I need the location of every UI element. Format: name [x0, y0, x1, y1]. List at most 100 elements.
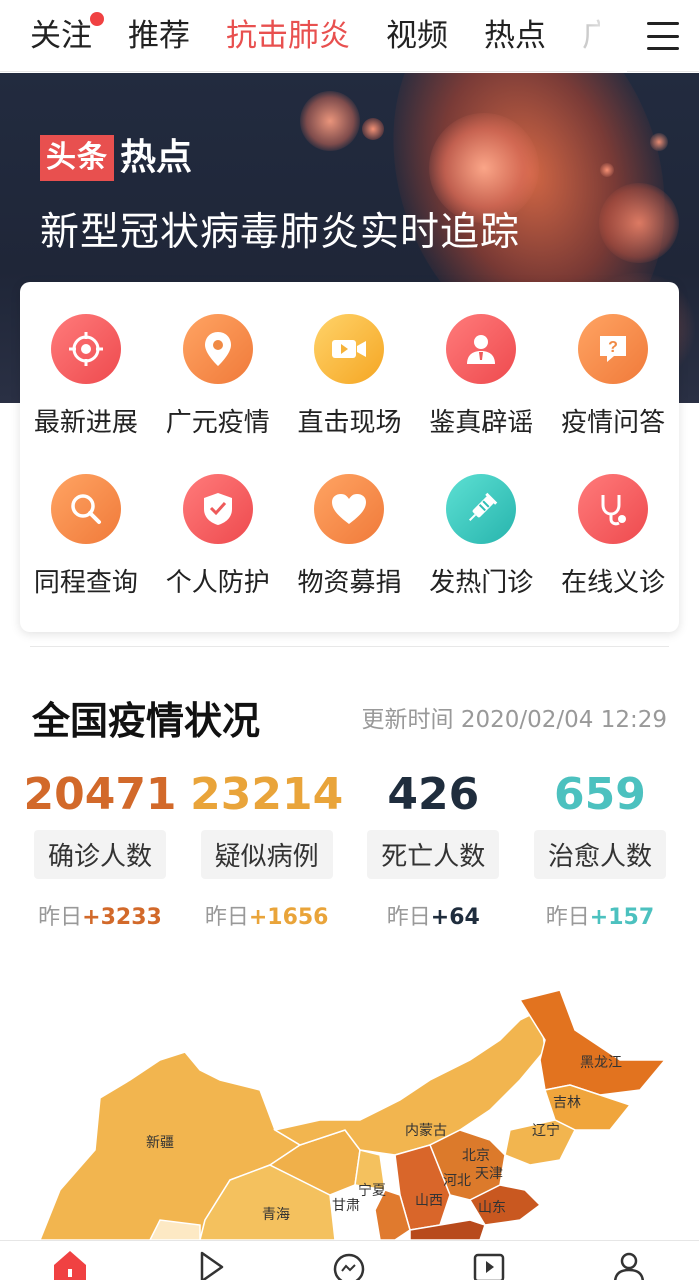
delta-prefix: 昨日 [204, 905, 249, 930]
update-time: 更新时间 2020/02/04 12:29 [361, 707, 667, 733]
stat-value: 20471 [23, 769, 177, 820]
stats-row: 20471 确诊人数 昨日+3233 23214 疑似病例 昨日+1656 42… [23, 768, 670, 931]
virus-illustration [650, 133, 668, 151]
service-supply-donation[interactable]: 物资募捐 [284, 474, 416, 634]
delta-value: +3233 [82, 905, 162, 930]
location-pin-icon [182, 314, 253, 384]
service-label: 直击现场 [297, 408, 402, 438]
service-grid-card: 最新进展 广元疫情 直击现场 鉴真辟谣 ? 疫情问答 同程查询 个人防护 物资募… [20, 282, 679, 632]
service-label: 个人防护 [165, 568, 270, 598]
virus-illustration [599, 183, 679, 263]
section-divider [30, 646, 669, 647]
stat-value: 23214 [190, 769, 344, 820]
map-label-heilongjiang: 黑龙江 [580, 1055, 622, 1071]
tabs-fade [587, 0, 627, 72]
service-epidemic-qa[interactable]: ? 疫情问答 [547, 314, 679, 474]
service-label: 广元疫情 [165, 408, 270, 438]
logo-box: 头条 [40, 135, 114, 181]
service-label: 鉴真辟谣 [429, 408, 534, 438]
stat-delta: 昨日+1656 [205, 899, 329, 931]
play-icon[interactable] [190, 1249, 230, 1280]
stat-value: 426 [387, 769, 480, 820]
service-live-scene[interactable]: 直击现场 [284, 314, 416, 474]
service-latest-progress[interactable]: 最新进展 [20, 314, 152, 474]
stat-deaths: 426 死亡人数 昨日+64 [363, 768, 503, 931]
shield-check-icon [182, 474, 253, 544]
tab-video[interactable]: 视频 [386, 0, 448, 71]
heart-icon [314, 474, 385, 544]
stat-label: 疑似病例 [200, 830, 333, 879]
stat-delta: 昨日+157 [546, 899, 654, 931]
map-label-gansu: 甘肃 [332, 1198, 360, 1214]
map-label-tianjin: 天津 [475, 1166, 503, 1182]
delta-prefix: 昨日 [545, 905, 590, 930]
map-label-shanxi: 山西 [415, 1193, 443, 1209]
service-label: 同程查询 [33, 568, 138, 598]
question-bubble-icon: ? [578, 314, 649, 384]
delta-value: +157 [589, 905, 655, 930]
delta-prefix: 昨日 [38, 905, 83, 930]
stat-label: 死亡人数 [367, 830, 500, 879]
stat-label: 治愈人数 [533, 830, 666, 879]
service-label: 发热门诊 [429, 568, 534, 598]
map-label-xinjiang: 新疆 [146, 1135, 174, 1151]
tab-recommend[interactable]: 推荐 [128, 0, 190, 71]
svg-text:?: ? [608, 339, 618, 356]
top-nav: 关注 推荐 抗击肺炎 视频 热点 广 [0, 0, 699, 72]
tab-hot[interactable]: 热点 [484, 0, 546, 71]
map-label-beijing: 北京 [462, 1148, 490, 1164]
hamburger-icon[interactable] [643, 18, 683, 54]
stat-recovered: 659 治愈人数 昨日+157 [530, 768, 670, 931]
map-label-ningxia: 宁夏 [358, 1183, 386, 1199]
service-label: 在线义诊 [561, 568, 666, 598]
profile-icon[interactable] [609, 1249, 649, 1280]
home-icon[interactable] [50, 1249, 90, 1280]
map-label-shandong: 山东 [478, 1200, 506, 1216]
bottom-tab-bar [0, 1240, 699, 1280]
logo-text: 热点 [120, 137, 193, 178]
stat-delta: 昨日+64 [387, 899, 480, 931]
service-online-consult[interactable]: 在线义诊 [547, 474, 679, 634]
map-label-qinghai: 青海 [262, 1207, 290, 1223]
stat-confirmed: 20471 确诊人数 昨日+3233 [23, 768, 176, 931]
map-label-neimenggu: 内蒙古 [405, 1123, 447, 1139]
stats-title: 全国疫情状况 [32, 699, 261, 743]
map-label-hebei: 河北 [443, 1173, 471, 1189]
china-epidemic-map[interactable]: 新疆 内蒙古 黑龙江 吉林 辽宁 北京 天津 河北 山西 山东 宁夏 甘肃 青海 [0, 980, 699, 1240]
toutiao-hot-logo: 头条 热点 [40, 135, 192, 181]
virus-illustration [600, 163, 614, 177]
delta-value: +1656 [248, 905, 329, 930]
syringe-icon [446, 474, 517, 544]
stat-value: 659 [554, 769, 646, 820]
chat-bubble-icon[interactable] [329, 1249, 369, 1280]
service-fact-check[interactable]: 鉴真辟谣 [415, 314, 547, 474]
channel-tabs: 关注 推荐 抗击肺炎 视频 热点 广 [0, 0, 600, 71]
service-label: 最新进展 [33, 408, 138, 438]
service-guangyuan-epidemic[interactable]: 广元疫情 [152, 314, 284, 474]
service-label: 疫情问答 [561, 408, 666, 438]
service-same-trip-lookup[interactable]: 同程查询 [20, 474, 152, 634]
service-personal-protection[interactable]: 个人防护 [152, 474, 284, 634]
map-label-jilin: 吉林 [553, 1095, 581, 1111]
service-fever-clinic[interactable]: 发热门诊 [415, 474, 547, 634]
delta-value: +64 [430, 905, 480, 930]
virus-illustration [362, 118, 384, 140]
person-icon [446, 314, 517, 384]
target-icon [50, 314, 121, 384]
stethoscope-icon [578, 474, 649, 544]
tab-label: 关注 [30, 17, 92, 54]
video-camera-icon [314, 314, 385, 384]
stat-delta: 昨日+3233 [38, 899, 162, 931]
stat-label: 确诊人数 [33, 830, 166, 879]
tab-fight-pneumonia[interactable]: 抗击肺炎 [226, 0, 350, 71]
map-label-liaoning: 辽宁 [532, 1123, 560, 1139]
video-box-icon[interactable] [469, 1249, 509, 1280]
delta-prefix: 昨日 [386, 905, 431, 930]
virus-illustration [300, 91, 360, 151]
banner-title: 新型冠状病毒肺炎实时追踪 [40, 210, 521, 255]
notification-dot [90, 11, 104, 26]
search-icon [50, 474, 121, 544]
stat-suspected: 23214 疑似病例 昨日+1656 [190, 768, 343, 931]
tab-follow[interactable]: 关注 [30, 0, 104, 71]
service-label: 物资募捐 [297, 568, 402, 598]
